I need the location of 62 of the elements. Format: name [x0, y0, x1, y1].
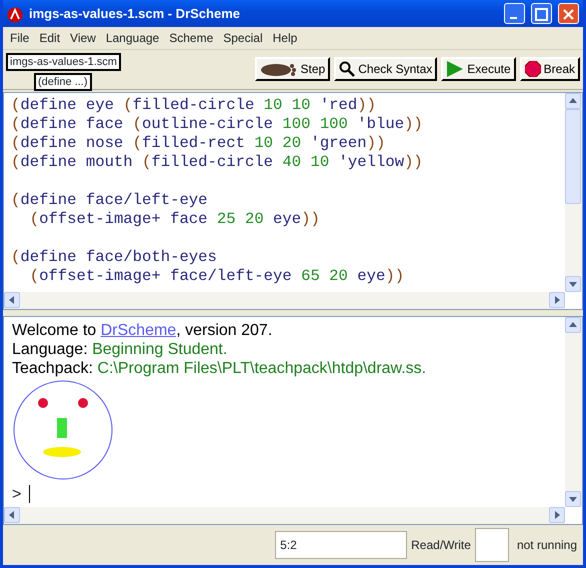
drscheme-link[interactable]: DrScheme — [100, 322, 176, 339]
scroll-right-button[interactable] — [549, 506, 565, 523]
stop-icon — [524, 61, 541, 78]
minimize-icon — [510, 16, 517, 19]
execute-button[interactable]: Execute — [441, 57, 516, 82]
scroll-right-button[interactable] — [549, 292, 565, 308]
step-button[interactable]: Step — [254, 57, 330, 82]
arrow-icon — [569, 282, 577, 288]
arrow-icon — [569, 496, 577, 502]
menu-item[interactable]: Help — [268, 28, 302, 48]
code-line: (define face (outline-circle 100 100 'blue)) — [11, 115, 424, 134]
define-menu[interactable]: (define ...) — [34, 73, 92, 92]
menu-item[interactable]: Language — [100, 28, 164, 48]
minimize-button[interactable] — [504, 3, 525, 24]
check-button[interactable]: Check Syntax — [334, 57, 438, 82]
output-text: Welcome to — [12, 322, 98, 339]
status-box — [474, 528, 509, 562]
scroll-up-button[interactable] — [565, 316, 581, 333]
arrow-icon — [569, 98, 577, 104]
menu-item[interactable]: Scheme — [164, 28, 218, 48]
output-text: , version 207. — [176, 322, 272, 339]
output-text: Teachpack: — [12, 360, 94, 377]
prompt-text: > — [12, 484, 22, 504]
text-cursor — [29, 485, 30, 504]
scroll-left-button[interactable] — [4, 292, 20, 308]
file-name-button[interactable]: imgs-as-values-1.scm — [6, 53, 121, 72]
arrow-icon — [9, 296, 14, 304]
arrow-icon — [555, 296, 560, 304]
code-line: (define face/left-eye — [11, 191, 209, 210]
arrow-icon — [569, 322, 577, 327]
code-line: (define mouth (filled-circle 40 10 'yellow)) — [11, 153, 424, 172]
maximize-icon — [535, 8, 548, 21]
code-line: (offset-image+ face/left-eye 65 20 eye)) — [28, 267, 406, 286]
mode-text: Read/Write — [411, 536, 471, 554]
code-line: (offset-image+ face 25 20 eye)) — [28, 210, 321, 230]
position-field: 5:2 — [275, 530, 408, 559]
code-line: (define nose (filled-rect 10 20 'green)) — [11, 134, 386, 154]
output-value: Beginning Student. — [92, 340, 228, 358]
search-icon — [339, 61, 356, 78]
running-status: not running — [516, 536, 577, 554]
window-title: imgs-as-values-1.scm - DrScheme — [29, 4, 241, 23]
menu-item[interactable]: Special — [218, 28, 268, 48]
code-line: (define face/both-eyes — [11, 248, 218, 268]
menu-item[interactable]: Edit — [34, 28, 66, 48]
close-button[interactable] — [558, 3, 579, 24]
arrow-icon — [555, 510, 560, 519]
scroll-up-button[interactable] — [565, 93, 581, 110]
app-icon — [7, 4, 23, 23]
break-button[interactable]: Break — [520, 57, 580, 82]
code-line: (define eye (filled-circle 10 10 'red)) — [11, 96, 377, 116]
output-value: C:\Program Files\PLT\teachpack\htdp\draw.ss. — [97, 360, 426, 377]
menu-item[interactable]: View — [65, 28, 101, 48]
maximize-button[interactable] — [531, 3, 552, 24]
scroll-down-button[interactable] — [565, 490, 581, 507]
menu-item[interactable]: File — [5, 28, 34, 48]
scroll-thumb[interactable] — [565, 109, 581, 204]
play-icon — [446, 60, 464, 78]
arrow-icon — [9, 510, 14, 519]
scroll-down-button[interactable] — [565, 276, 581, 292]
scroll-left-button[interactable] — [4, 506, 20, 523]
close-icon — [562, 8, 574, 20]
output-text: Language: — [12, 340, 89, 358]
